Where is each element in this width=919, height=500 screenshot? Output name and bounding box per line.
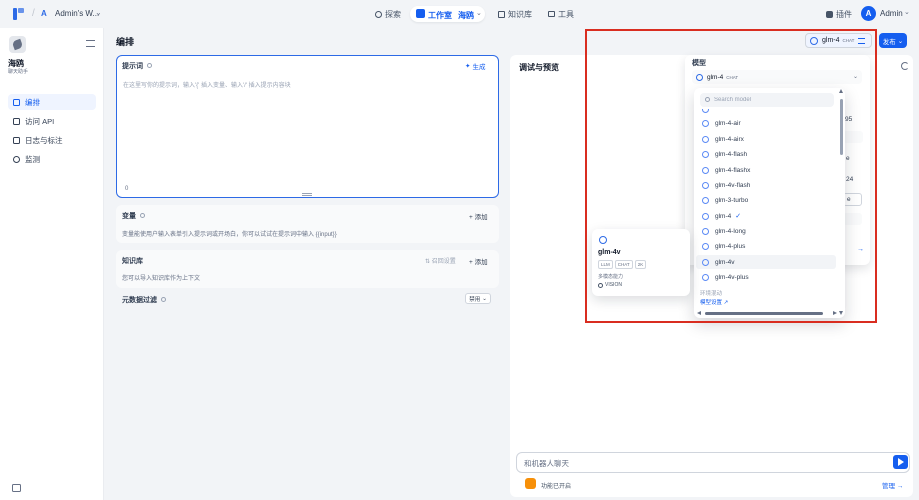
prompt-placeholder[interactable]: 在这里写你的提示词，输入'{' 插入变量、输入'/' 插入提示内容块: [123, 80, 291, 89]
collapse-sidebar-icon[interactable]: [12, 484, 21, 492]
compass-icon: [375, 10, 382, 18]
sidebar-item-label: 日志与标注: [25, 135, 63, 145]
nav-explore[interactable]: 探索: [375, 7, 401, 21]
generate-button[interactable]: ✦ 生成: [465, 60, 495, 72]
nav-knowledge[interactable]: 知识库: [498, 7, 532, 21]
send-button[interactable]: [893, 455, 908, 469]
nav-plugins-label: 插件: [836, 9, 852, 19]
nav-knowledge-label: 知识库: [508, 9, 532, 19]
sidebar-item-orchestrate[interactable]: 编排: [8, 94, 96, 110]
add-knowledge-button[interactable]: + 添加: [469, 256, 488, 266]
info-icon: [139, 213, 145, 218]
chat-placeholder[interactable]: 和机器人聊天: [524, 458, 569, 469]
manage-link[interactable]: 管理 →: [882, 480, 903, 490]
sidebar-item-label: 访问 API: [25, 116, 55, 126]
highlight-annotation: [585, 29, 877, 323]
switch-icon[interactable]: [86, 40, 95, 47]
layout-icon: [13, 98, 20, 106]
user-name[interactable]: Admin: [880, 9, 903, 18]
metadata-filter-title: 元数据过滤: [122, 295, 166, 305]
recall-settings-button[interactable]: ⇅ 召回设置: [425, 256, 456, 265]
file-list-icon: [13, 136, 20, 144]
variables-desc: 变量能使用户输入表单引入提示词或开场白，你可以试试在提示词中输入 {{input…: [122, 232, 337, 238]
feature-icon: [525, 478, 536, 489]
refresh-icon[interactable]: [901, 62, 909, 70]
dashboard-icon: [13, 155, 20, 163]
chevron-down-icon: ⌄: [482, 295, 487, 302]
info-icon: [160, 297, 166, 302]
feature-status: 功能已开启: [541, 484, 572, 490]
sparkle-icon: ✦: [465, 63, 471, 70]
book-icon: [498, 10, 505, 18]
chevron-down-icon[interactable]: ⌄: [904, 8, 910, 16]
sidebar-item-monitor[interactable]: 监测: [8, 151, 96, 167]
chat-input[interactable]: [516, 452, 910, 473]
chevron-down-icon: ⌄: [897, 37, 904, 45]
nav-plugins[interactable]: 插件: [826, 7, 852, 21]
sidebar-item-label: 监测: [25, 154, 40, 164]
nav-tools-label: 工具: [558, 9, 574, 19]
chevron-down-icon[interactable]: ⌄: [95, 8, 102, 17]
prompt-label: 提示词: [122, 61, 152, 71]
dify-logo-icon[interactable]: [13, 8, 25, 20]
resize-handle[interactable]: [302, 193, 312, 196]
knowledge-title: 知识库: [122, 258, 143, 265]
sidebar-item-api[interactable]: 访问 API: [8, 113, 96, 129]
variables-title: 变量: [122, 211, 145, 221]
publish-button[interactable]: 发布 ⌄: [879, 33, 907, 48]
current-app-name[interactable]: 海鸥: [458, 10, 474, 21]
knowledge-desc: 您可以导入知识库作为上下文: [122, 276, 201, 282]
page-title: 编排: [116, 37, 135, 47]
nav-studio-label: 工作室: [428, 11, 452, 20]
robot-icon: [416, 9, 425, 18]
sidebar-item-label: 编排: [25, 97, 40, 107]
nav-studio[interactable]: 工作室 海鸥 ⌄: [410, 6, 485, 22]
sidebar-item-logs[interactable]: 日志与标注: [8, 132, 96, 148]
breadcrumb-separator: /: [32, 8, 35, 19]
workspace-name[interactable]: Admin's W...: [55, 9, 99, 18]
app-icon: [9, 36, 26, 53]
nav-tools[interactable]: 工具: [548, 7, 574, 21]
nav-explore-label: 探索: [385, 9, 401, 19]
terminal-icon: [13, 117, 20, 125]
plugin-icon: [826, 10, 833, 18]
user-avatar[interactable]: A: [861, 6, 876, 21]
prompt-editor[interactable]: [116, 55, 499, 198]
app-type: 聊天助手: [8, 69, 29, 75]
add-variable-button[interactable]: + 添加: [469, 211, 488, 221]
chevron-down-icon[interactable]: ⌄: [476, 9, 482, 17]
workspace-avatar: A: [41, 9, 47, 18]
metadata-filter-select[interactable]: 禁用 ⌄: [465, 293, 491, 304]
prompt-char-count: 0: [125, 186, 129, 192]
toolbox-icon: [548, 11, 555, 17]
debug-title: 调试与预览: [519, 63, 559, 72]
info-icon: [146, 63, 152, 68]
